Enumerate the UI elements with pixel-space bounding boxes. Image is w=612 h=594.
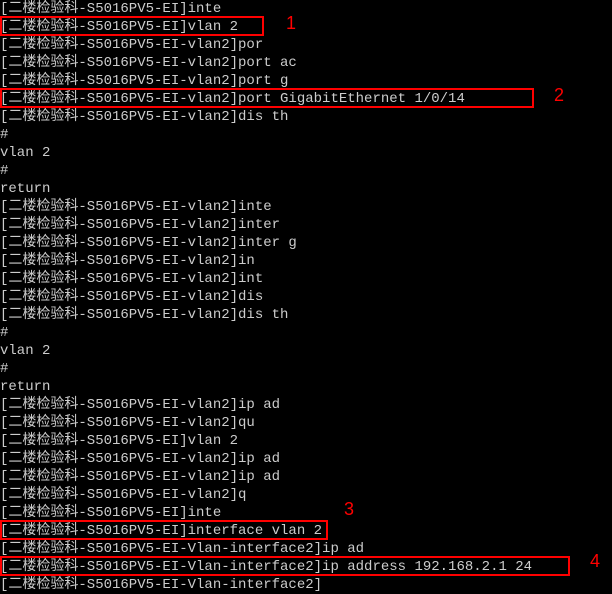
terminal-line: vlan 2 bbox=[0, 342, 612, 360]
terminal-line: [二楼检验科-S5016PV5-EI-vlan2]inter g bbox=[0, 234, 612, 252]
terminal-line: [二楼检验科-S5016PV5-EI-vlan2]port g bbox=[0, 72, 612, 90]
terminal-line: [二楼检验科-S5016PV5-EI]vlan 2 bbox=[0, 18, 612, 36]
terminal-line: [二楼检验科-S5016PV5-EI]vlan 2 bbox=[0, 432, 612, 450]
terminal-line: [二楼检验科-S5016PV5-EI-vlan2]ip ad bbox=[0, 450, 612, 468]
terminal-line: [二楼检验科-S5016PV5-EI-vlan2]inte bbox=[0, 198, 612, 216]
terminal-line: [二楼检验科-S5016PV5-EI-vlan2]dis bbox=[0, 288, 612, 306]
terminal-line: [二楼检验科-S5016PV5-EI-vlan2]int bbox=[0, 270, 612, 288]
terminal-line: [二楼检验科-S5016PV5-EI]interface vlan 2 bbox=[0, 522, 612, 540]
terminal-line: [二楼检验科-S5016PV5-EI-Vlan-interface2]ip ad bbox=[0, 540, 612, 558]
terminal-output[interactable]: [二楼检验科-S5016PV5-EI]inte[二楼检验科-S5016PV5-E… bbox=[0, 0, 612, 594]
terminal-line: [二楼检验科-S5016PV5-EI-vlan2]dis th bbox=[0, 306, 612, 324]
terminal-line: [二楼检验科-S5016PV5-EI-vlan2]qu bbox=[0, 414, 612, 432]
terminal-line: return bbox=[0, 180, 612, 198]
annotation-label-1: 1 bbox=[286, 14, 296, 32]
terminal-line: [二楼检验科-S5016PV5-EI-vlan2]q bbox=[0, 486, 612, 504]
annotation-label-4: 4 bbox=[590, 552, 600, 570]
annotation-label-2: 2 bbox=[554, 86, 564, 104]
terminal-line: [二楼检验科-S5016PV5-EI]inte bbox=[0, 0, 612, 18]
terminal-line: [二楼检验科-S5016PV5-EI-vlan2]in bbox=[0, 252, 612, 270]
terminal-line: vlan 2 bbox=[0, 144, 612, 162]
terminal-line: [二楼检验科-S5016PV5-EI-vlan2]port GigabitEth… bbox=[0, 90, 612, 108]
terminal-line: [二楼检验科-S5016PV5-EI]inte bbox=[0, 504, 612, 522]
terminal-line: [二楼检验科-S5016PV5-EI-Vlan-interface2] bbox=[0, 576, 612, 594]
terminal-line: [二楼检验科-S5016PV5-EI-vlan2]ip ad bbox=[0, 396, 612, 414]
terminal-line: # bbox=[0, 324, 612, 342]
annotation-label-3: 3 bbox=[344, 500, 354, 518]
terminal-line: [二楼检验科-S5016PV5-EI-vlan2]inter bbox=[0, 216, 612, 234]
terminal-line: [二楼检验科-S5016PV5-EI-vlan2]ip ad bbox=[0, 468, 612, 486]
terminal-line: [二楼检验科-S5016PV5-EI-vlan2]por bbox=[0, 36, 612, 54]
terminal-line: # bbox=[0, 360, 612, 378]
terminal-line: # bbox=[0, 162, 612, 180]
terminal-line: [二楼检验科-S5016PV5-EI-vlan2]port ac bbox=[0, 54, 612, 72]
terminal-line: return bbox=[0, 378, 612, 396]
terminal-line: [二楼检验科-S5016PV5-EI-Vlan-interface2]ip ad… bbox=[0, 558, 612, 576]
terminal-line: [二楼检验科-S5016PV5-EI-vlan2]dis th bbox=[0, 108, 612, 126]
terminal-line: # bbox=[0, 126, 612, 144]
